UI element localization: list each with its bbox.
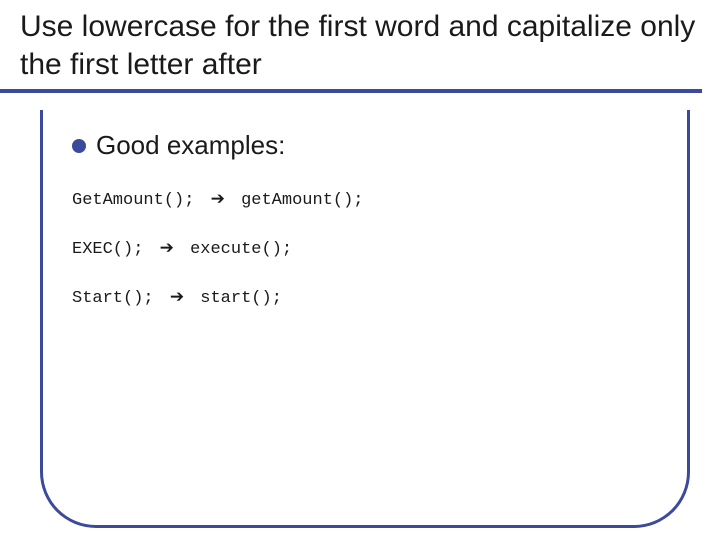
example-row: GetAmount(); ➔ getAmount();	[72, 189, 670, 210]
example-after: start();	[200, 289, 282, 308]
example-row: Start(); ➔ start();	[72, 287, 670, 308]
bullet-label: Good examples:	[96, 130, 285, 161]
arrow-icon: ➔	[211, 189, 225, 209]
slide-title: Use lowercase for the first word and cap…	[20, 8, 700, 83]
example-before: GetAmount();	[72, 191, 194, 210]
example-before: Start();	[72, 289, 154, 308]
example-before: EXEC();	[72, 240, 143, 259]
example-after: execute();	[190, 240, 292, 259]
example-row: EXEC(); ➔ execute();	[72, 238, 670, 259]
arrow-icon: ➔	[160, 238, 174, 258]
slide-content: Good examples: GetAmount(); ➔ getAmount(…	[72, 130, 670, 336]
example-after: getAmount();	[241, 191, 363, 210]
bullet-good-examples: Good examples:	[72, 130, 670, 161]
bullet-icon	[72, 139, 86, 153]
title-underline	[0, 89, 702, 93]
arrow-icon: ➔	[170, 287, 184, 307]
slide-title-area: Use lowercase for the first word and cap…	[0, 0, 720, 87]
